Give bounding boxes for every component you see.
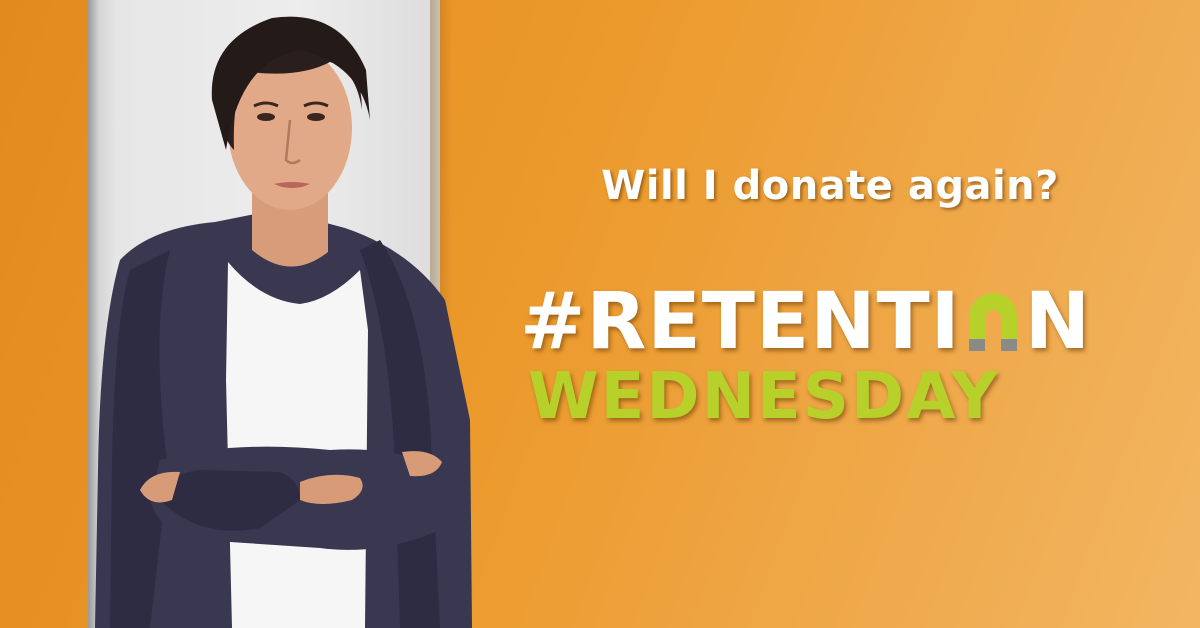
headline-wednesday: WEDNESDAY	[528, 360, 1000, 434]
woman-photo	[95, 16, 472, 628]
tagline-question: Will I donate again?	[601, 163, 1059, 209]
magnet-icon	[968, 293, 1017, 351]
headline-retention-part-1: #RETENTI	[520, 277, 961, 367]
headline-retention: #RETENTI N	[520, 277, 1120, 367]
retention-wednesday-banner: Will I donate again? #RETENTI N WEDNESDA…	[0, 0, 1200, 628]
headline-retention-part-2: N	[1024, 277, 1091, 367]
